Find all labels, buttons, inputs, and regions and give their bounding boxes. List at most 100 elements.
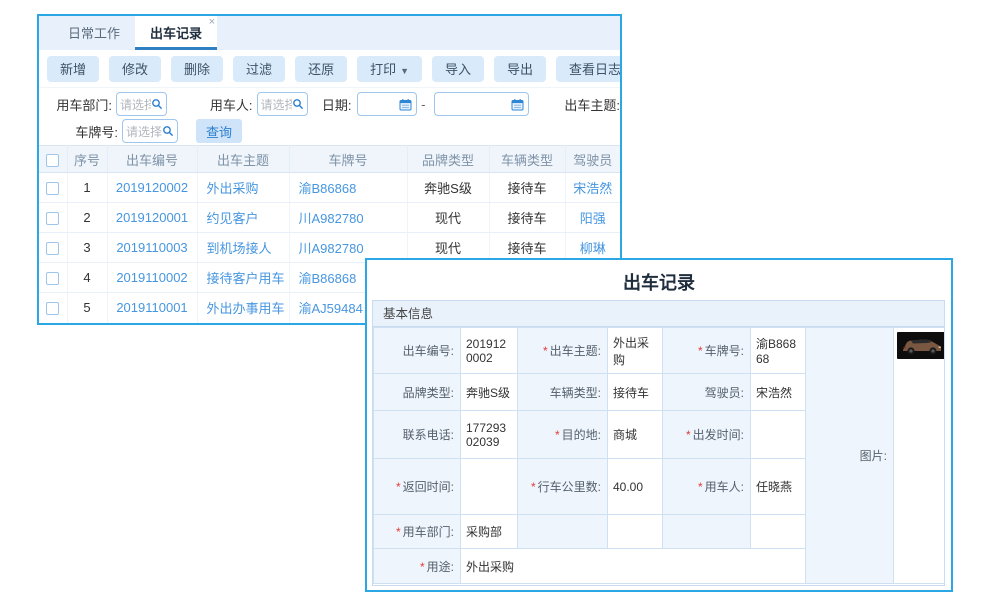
cell-seq: 3 <box>67 233 107 263</box>
row-checkbox[interactable] <box>46 182 59 195</box>
basic-info-header: 基本信息 <box>373 301 944 327</box>
subject-filter-label: 出车主题: <box>564 95 620 114</box>
cell-vtype: 接待车 <box>489 173 565 203</box>
detail-form-body: 出车编号:2019120002*出车主题:外出采购*车牌号:渝B86868图片:… <box>374 328 946 584</box>
field-value <box>608 515 663 549</box>
field-value: 商城 <box>608 411 663 459</box>
dept-filter-label: 用车部门: <box>56 95 112 114</box>
column-header: 出车主题 <box>197 146 289 173</box>
required-asterisk: * <box>396 480 401 494</box>
field-label: *用途: <box>374 549 461 584</box>
cell-subject[interactable]: 外出办事用车 <box>197 293 289 323</box>
calendar-icon <box>399 98 412 111</box>
column-header: 车牌号 <box>289 146 407 173</box>
caret-down-icon: ▼ <box>400 66 409 76</box>
column-header: 品牌类型 <box>407 146 489 173</box>
image-field-label: 图片: <box>806 328 894 584</box>
basic-info-panel: 基本信息 出车编号:2019120002*出车主题:外出采购*车牌号:渝B868… <box>372 300 945 586</box>
tab-daily-work[interactable]: 日常工作 <box>53 16 135 50</box>
field-label: *返回时间: <box>374 459 461 515</box>
toolbar: 新增修改删除过滤还原打印▼ 导入导出查看日志 <box>39 50 620 88</box>
search-icon <box>162 125 174 137</box>
field-value: 奔驰S级 <box>461 374 518 411</box>
cell-seq: 5 <box>67 293 107 323</box>
field-value <box>461 459 518 515</box>
plate-placeholder: 请选择 <box>126 123 162 140</box>
field-value <box>751 515 806 549</box>
required-asterisk: * <box>543 344 548 358</box>
field-value: 接待车 <box>608 374 663 411</box>
field-label <box>518 515 608 549</box>
field-label <box>663 515 751 549</box>
field-label: *用车部门: <box>374 515 461 549</box>
user-filter-input[interactable]: 请选择 <box>257 92 308 116</box>
column-header: 序号 <box>67 146 107 173</box>
cell-driver[interactable]: 阳强 <box>565 203 620 233</box>
required-asterisk: * <box>420 560 425 574</box>
cell-no[interactable]: 2019120002 <box>107 173 197 203</box>
select-all-checkbox[interactable] <box>46 154 59 167</box>
query-button[interactable]: 查询 <box>196 119 242 143</box>
row-checkbox[interactable] <box>46 272 59 285</box>
toolbar-button-edit[interactable]: 修改 <box>109 56 161 82</box>
filter-row-1: 用车部门: 请选择 用车人: 请选择 日期: - <box>39 90 620 118</box>
field-value <box>751 411 806 459</box>
image-field-value <box>894 328 946 584</box>
field-label: *目的地: <box>518 411 608 459</box>
tab-close-icon[interactable]: × <box>209 17 215 28</box>
toolbar-button-export[interactable]: 导出 <box>494 56 546 82</box>
field-label: 出车编号: <box>374 328 461 374</box>
toolbar-button-view-log[interactable]: 查看日志 <box>556 56 622 82</box>
cell-no[interactable]: 2019120001 <box>107 203 197 233</box>
cell-subject[interactable]: 约见客户 <box>197 203 289 233</box>
cell-subject[interactable]: 到机场接人 <box>197 233 289 263</box>
cell-subject[interactable]: 外出采购 <box>197 173 289 203</box>
toolbar-button-print[interactable]: 打印▼ <box>357 56 422 82</box>
field-value: 宋浩然 <box>751 374 806 411</box>
calendar-icon <box>511 98 524 111</box>
tab-dispatch-record-label: 出车记录 <box>150 26 202 41</box>
form-row: 出车编号:2019120002*出车主题:外出采购*车牌号:渝B86868图片: <box>374 328 946 374</box>
toolbar-button-filter[interactable]: 过滤 <box>233 56 285 82</box>
field-value: 17729302039 <box>461 411 518 459</box>
required-asterisk: * <box>698 344 703 358</box>
detail-title: 出车记录 <box>367 260 951 303</box>
column-header: 车辆类型 <box>489 146 565 173</box>
date-from-input[interactable] <box>357 92 418 116</box>
cell-seq: 1 <box>67 173 107 203</box>
row-checkbox[interactable] <box>46 302 59 315</box>
required-asterisk: * <box>698 480 703 494</box>
field-value: 2019120002 <box>461 328 518 374</box>
dept-placeholder: 请选择 <box>120 96 151 113</box>
dept-filter-input[interactable]: 请选择 <box>116 92 167 116</box>
cell-plate[interactable]: 川A982780 <box>289 203 407 233</box>
cell-vtype: 接待车 <box>489 203 565 233</box>
cell-no[interactable]: 2019110003 <box>107 233 197 263</box>
table-row: 12019120002外出采购渝B86868奔驰S级接待车宋浩然 <box>39 173 620 203</box>
toolbar-button-add[interactable]: 新增 <box>47 56 99 82</box>
user-placeholder: 请选择 <box>261 96 292 113</box>
cell-seq: 4 <box>67 263 107 293</box>
tab-dispatch-record[interactable]: 出车记录 × <box>135 16 217 50</box>
column-header: 驾驶员 <box>565 146 620 173</box>
field-label: *行车公里数: <box>518 459 608 515</box>
required-asterisk: * <box>531 480 536 494</box>
cell-no[interactable]: 2019110001 <box>107 293 197 323</box>
cell-driver[interactable]: 宋浩然 <box>565 173 620 203</box>
cell-no[interactable]: 2019110002 <box>107 263 197 293</box>
field-label: 驾驶员: <box>663 374 751 411</box>
field-label: 车辆类型: <box>518 374 608 411</box>
toolbar-button-delete[interactable]: 删除 <box>171 56 223 82</box>
date-to-input[interactable] <box>434 92 529 116</box>
toolbar-button-restore[interactable]: 还原 <box>295 56 347 82</box>
required-asterisk: * <box>555 428 560 442</box>
cell-plate[interactable]: 渝B86868 <box>289 173 407 203</box>
plate-filter-input[interactable]: 请选择 <box>122 119 178 143</box>
row-checkbox[interactable] <box>46 212 59 225</box>
toolbar-button-import[interactable]: 导入 <box>432 56 484 82</box>
dispatch-detail-window: 出车记录 基本信息 出车编号:2019120002*出车主题:外出采购*车牌号:… <box>365 258 953 592</box>
field-label: 品牌类型: <box>374 374 461 411</box>
row-checkbox[interactable] <box>46 242 59 255</box>
filter-area: 用车部门: 请选择 用车人: 请选择 日期: - <box>39 88 620 145</box>
cell-subject[interactable]: 接待客户用车 <box>197 263 289 293</box>
